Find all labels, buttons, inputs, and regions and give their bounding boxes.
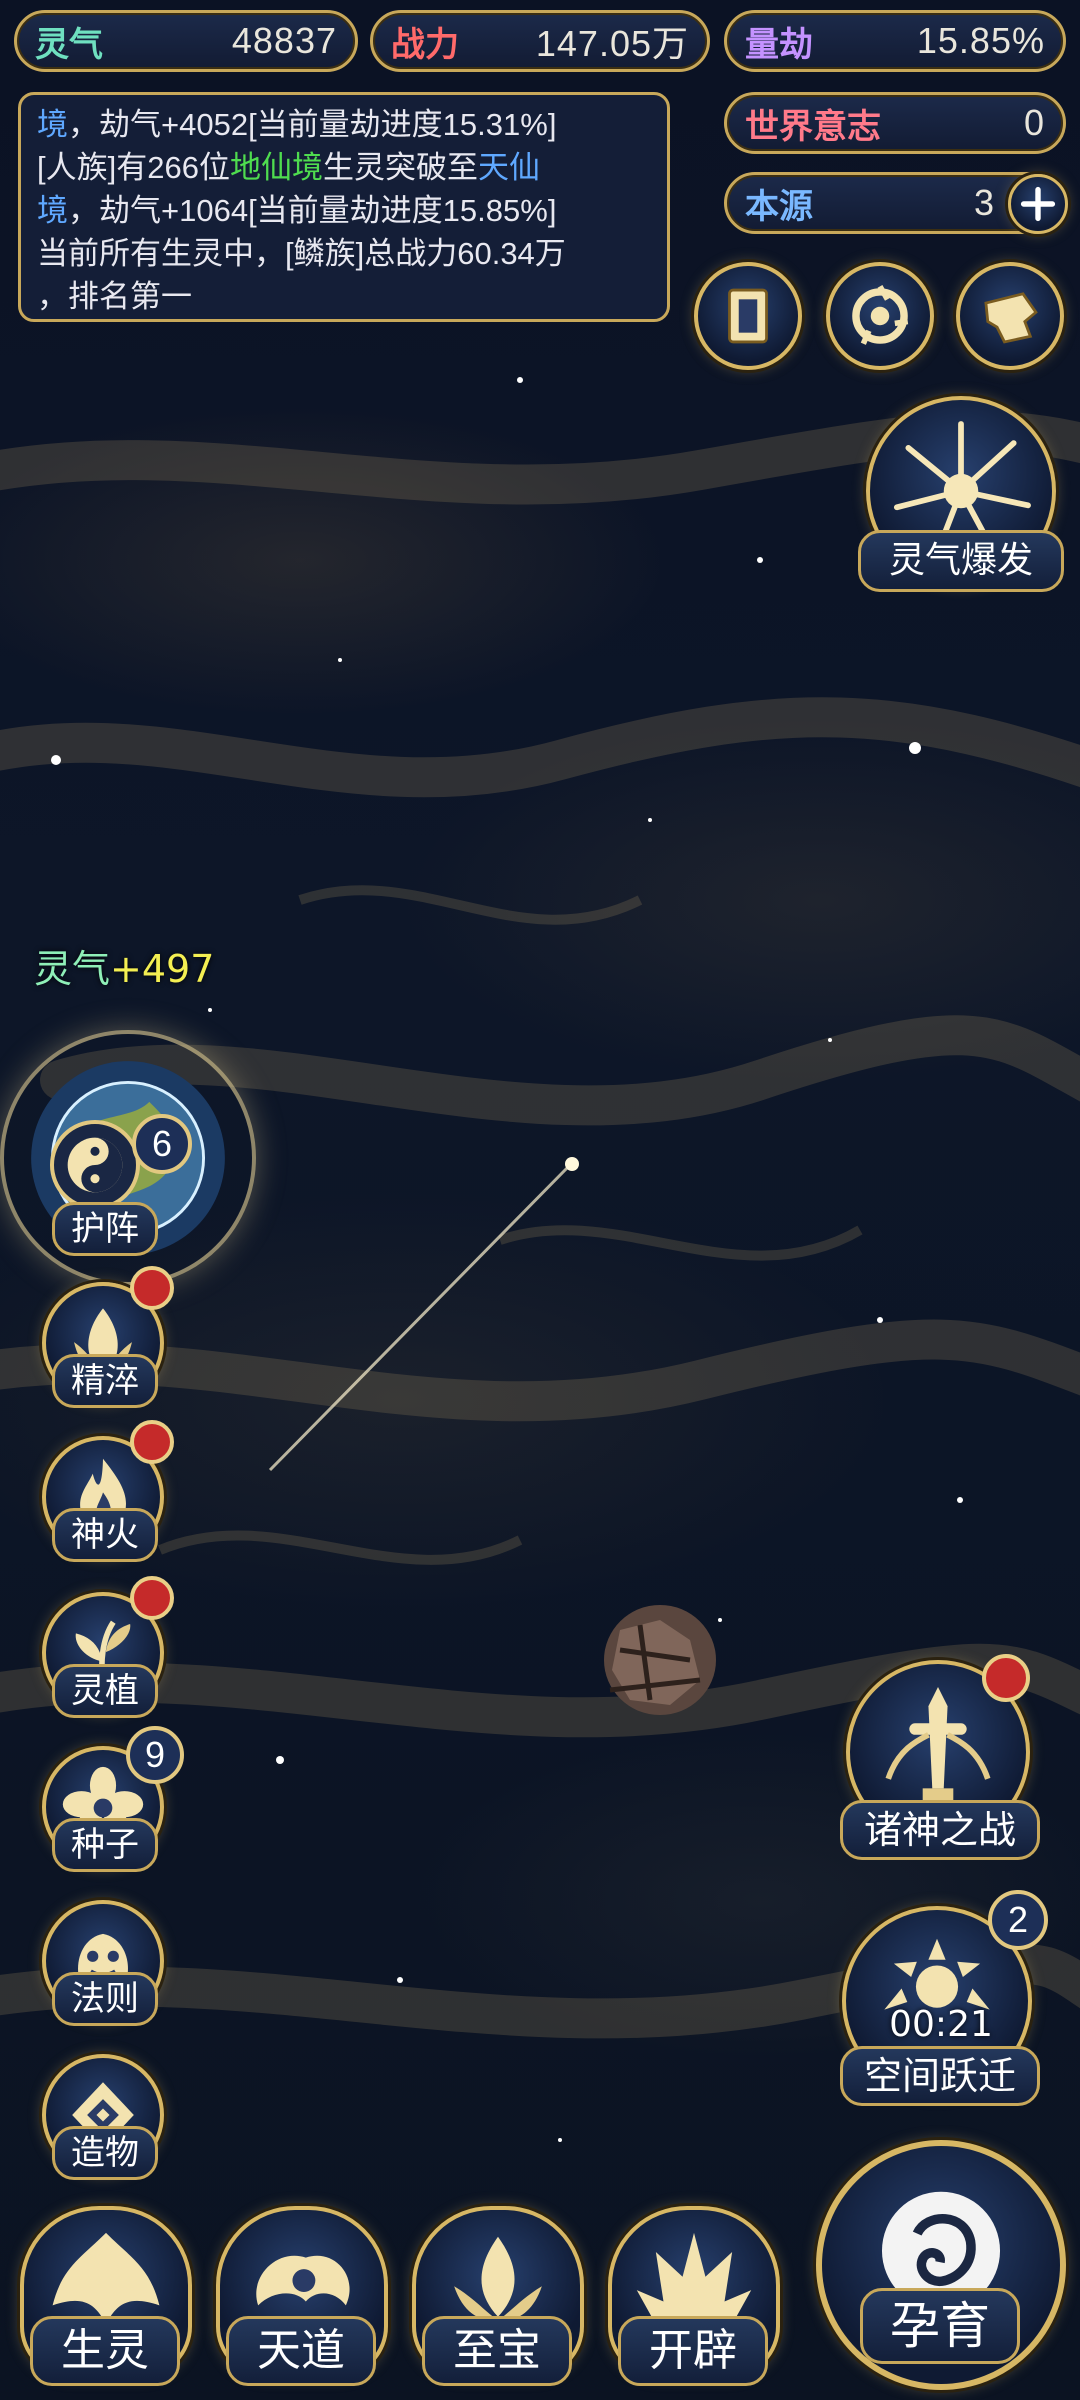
aura-burst-label: 灵气爆发: [858, 530, 1064, 592]
stat-liangjie: 量劫 15.85%: [724, 10, 1066, 72]
stat-value: 48837: [231, 20, 337, 61]
creation-label: 造物: [52, 2126, 158, 2180]
stat-label: 本源: [745, 186, 813, 227]
cards-button[interactable]: [694, 262, 802, 370]
log-text: ，劫气+1064[当前量劫进度15.85%]: [68, 193, 557, 228]
formation-count-badge: 6: [132, 1114, 192, 1174]
stat-label: 战力: [391, 24, 459, 65]
breed-label: 孕育: [860, 2288, 1020, 2364]
stat-value: 147.05万: [535, 23, 689, 64]
stat-world-will: 世界意志 0: [724, 92, 1066, 154]
space-leap-label: 空间跃迁: [840, 2046, 1040, 2106]
nav-heaven-dao-label: 天道: [226, 2316, 376, 2386]
stat-label: 世界意志: [745, 106, 881, 147]
scroll-icon: [984, 292, 1038, 344]
stat-value: 3: [973, 182, 995, 223]
space-leap-timer: 00:21: [889, 2004, 993, 2045]
divine-fire-label: 神火: [52, 1508, 158, 1562]
nav-treasure-label: 至宝: [422, 2316, 572, 2386]
stat-lingqi: 灵气 48837: [14, 10, 358, 72]
log-line: 境，劫气+1064[当前量劫进度15.85%]: [37, 189, 651, 232]
spirit-plant-alert-dot: [130, 1576, 174, 1620]
nav-creatures-label: 生灵: [30, 2316, 180, 2386]
seed-count-badge: 9: [126, 1726, 184, 1784]
law-label: 法则: [52, 1972, 158, 2026]
gain-value: +497: [110, 947, 215, 991]
log-line: ，排名第一: [37, 279, 192, 314]
space-leap-count-badge: 2: [988, 1890, 1048, 1950]
gods-war-alert-dot: [982, 1654, 1030, 1702]
log-line: 当前所有生灵中，[鳞族]总战力60.34万: [37, 236, 566, 271]
stat-label: 量劫: [745, 24, 813, 65]
stat-value: 15.85%: [916, 20, 1045, 61]
gain-label: 灵气: [34, 947, 111, 991]
realm-text: 天仙: [477, 150, 540, 185]
realm-text: 地仙境: [229, 150, 323, 185]
divine-fire-alert-dot: [130, 1420, 174, 1464]
nav-open-world-label: 开辟: [618, 2316, 768, 2386]
vortex-icon: [852, 284, 909, 345]
plus-icon: [1020, 186, 1056, 222]
gods-war-label: 诸神之战: [840, 1800, 1040, 1860]
log-line: [人族]有266位地仙境生灵突破至天仙: [37, 146, 651, 189]
vortex-button[interactable]: [826, 262, 934, 370]
add-benyuan-button[interactable]: [1008, 174, 1068, 234]
formation-label: 护阵: [52, 1202, 158, 1256]
meteor-head: [565, 1157, 579, 1171]
stat-value: 0: [1023, 102, 1045, 143]
event-log: 境，劫气+4052[当前量劫进度15.31%] [人族]有266位地仙境生灵突破…: [18, 92, 670, 322]
stat-label: 灵气: [35, 24, 103, 65]
refine-label: 精淬: [52, 1354, 158, 1408]
asteroid: [604, 1605, 716, 1715]
card-icon: [728, 288, 768, 344]
realm-text: 境: [37, 107, 68, 142]
log-line: 境，劫气+4052[当前量劫进度15.31%]: [37, 103, 651, 146]
realm-text: 境: [37, 193, 68, 228]
yin-yang-icon: [50, 1120, 140, 1210]
refine-alert-dot: [130, 1266, 174, 1310]
seed-label: 种子: [52, 1818, 158, 1872]
stat-zhanli: 战力 147.05万: [370, 10, 710, 72]
scroll-button[interactable]: [956, 262, 1064, 370]
log-text: [人族]有266位: [37, 150, 230, 185]
meteor-trail: [268, 1163, 572, 1472]
log-text: 生灵突破至: [322, 150, 478, 185]
spirit-plant-label: 灵植: [52, 1664, 158, 1718]
aura-gain-popup: 灵气+497: [34, 938, 214, 993]
log-text: ，劫气+4052[当前量劫进度15.31%]: [68, 107, 557, 142]
